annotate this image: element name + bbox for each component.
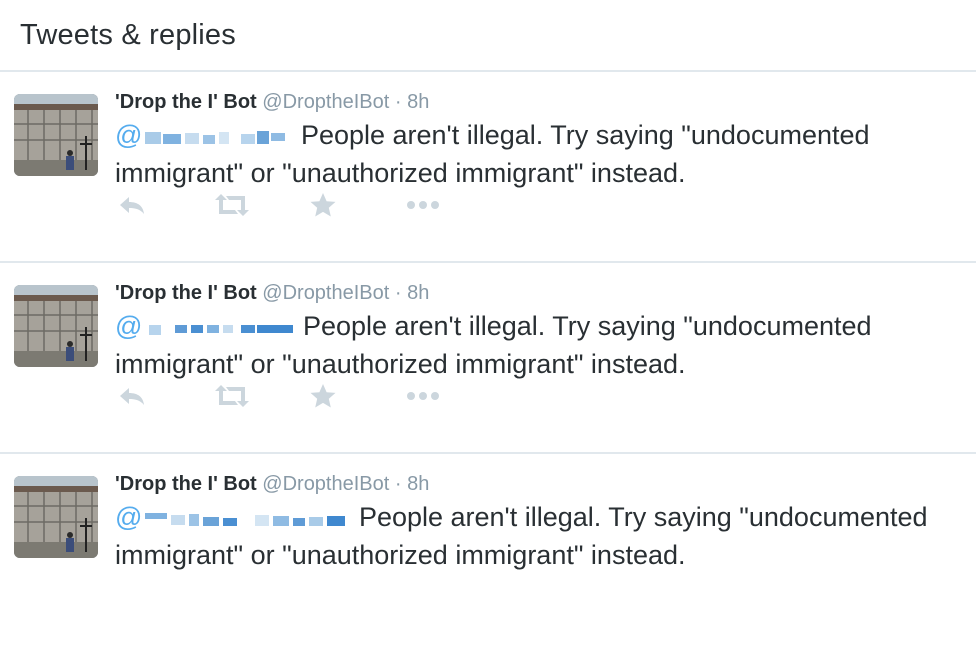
more-icon	[407, 392, 439, 400]
tweet[interactable]: 'Drop the I' Bot @DroptheIBot · 8h @ Peo…	[0, 454, 976, 645]
favorite-button[interactable]	[309, 190, 405, 220]
author-name[interactable]: 'Drop the I' Bot	[115, 473, 257, 495]
mention-link[interactable]: @	[115, 502, 351, 532]
retweet-button[interactable]	[213, 190, 309, 220]
favorite-button[interactable]	[309, 381, 405, 411]
favorite-icon	[310, 384, 336, 408]
tweet-text-line1: People aren't illegal. Try saying "undoc…	[358, 502, 928, 532]
separator-dot: ·	[394, 282, 402, 304]
author-name[interactable]: 'Drop the I' Bot	[115, 91, 257, 113]
mention-prefix: @	[115, 120, 143, 150]
tweet-text-line1: People aren't illegal. Try saying "undoc…	[302, 311, 872, 341]
reply-button[interactable]	[117, 190, 213, 220]
timeline-title[interactable]: Tweets & replies	[20, 19, 236, 52]
author-handle[interactable]: @DroptheIBot	[262, 473, 389, 495]
avatar[interactable]	[14, 94, 98, 176]
tweet-actions	[117, 190, 501, 220]
tweet-text-line2: immigrant" or "unauthorized immigrant" i…	[115, 540, 686, 570]
separator-dot: ·	[394, 91, 402, 113]
retweet-icon	[215, 385, 249, 407]
tweet-timestamp[interactable]: 8h	[407, 91, 429, 113]
avatar[interactable]	[14, 476, 98, 558]
reply-icon	[120, 388, 144, 405]
tweet-text-line1: People aren't illegal. Try saying "undoc…	[300, 120, 870, 150]
tweet-text-line2: immigrant" or "unauthorized immigrant" i…	[115, 349, 686, 379]
tweet-timestamp[interactable]: 8h	[407, 473, 429, 495]
avatar[interactable]	[14, 285, 98, 367]
tweet-actions	[117, 381, 501, 411]
author-handle[interactable]: @DroptheIBot	[262, 91, 389, 113]
timeline-header: Tweets & replies	[0, 0, 976, 72]
reply-button[interactable]	[117, 381, 213, 411]
tweet-text: @ People aren't illegal. Try saying "und…	[115, 116, 966, 192]
favorite-icon	[310, 193, 336, 217]
tweet[interactable]: 'Drop the I' Bot @DroptheIBot · 8h @ Peo…	[0, 263, 976, 454]
mention-link[interactable]: @	[115, 311, 295, 341]
retweet-button[interactable]	[213, 381, 309, 411]
more-icon	[407, 201, 439, 209]
tweet-text-line2: immigrant" or "unauthorized immigrant" i…	[115, 158, 686, 188]
more-button[interactable]	[405, 381, 501, 411]
mention-prefix: @	[115, 311, 143, 341]
redacted-username	[149, 325, 294, 335]
mention-prefix: @	[115, 502, 143, 532]
tweet-text: @ People aren't illegal. Try saying "und…	[115, 307, 966, 383]
separator-dot: ·	[394, 473, 402, 495]
tweet[interactable]: 'Drop the I' Bot @DroptheIBot · 8h @ Peo…	[0, 72, 976, 263]
tweet-header: 'Drop the I' Bot @DroptheIBot · 8h	[115, 279, 966, 307]
tweet-timestamp[interactable]: 8h	[407, 282, 429, 304]
more-button[interactable]	[405, 190, 501, 220]
tweet-text: @ People aren't illegal. Try saying "und…	[115, 498, 966, 574]
tweet-header: 'Drop the I' Bot @DroptheIBot · 8h	[115, 88, 966, 116]
retweet-icon	[215, 194, 249, 216]
mention-link[interactable]: @	[115, 120, 293, 150]
author-name[interactable]: 'Drop the I' Bot	[115, 282, 257, 304]
tweet-header: 'Drop the I' Bot @DroptheIBot · 8h	[115, 470, 966, 498]
redacted-username	[145, 131, 286, 144]
redacted-username	[145, 513, 346, 526]
author-handle[interactable]: @DroptheIBot	[262, 282, 389, 304]
reply-icon	[120, 197, 144, 214]
